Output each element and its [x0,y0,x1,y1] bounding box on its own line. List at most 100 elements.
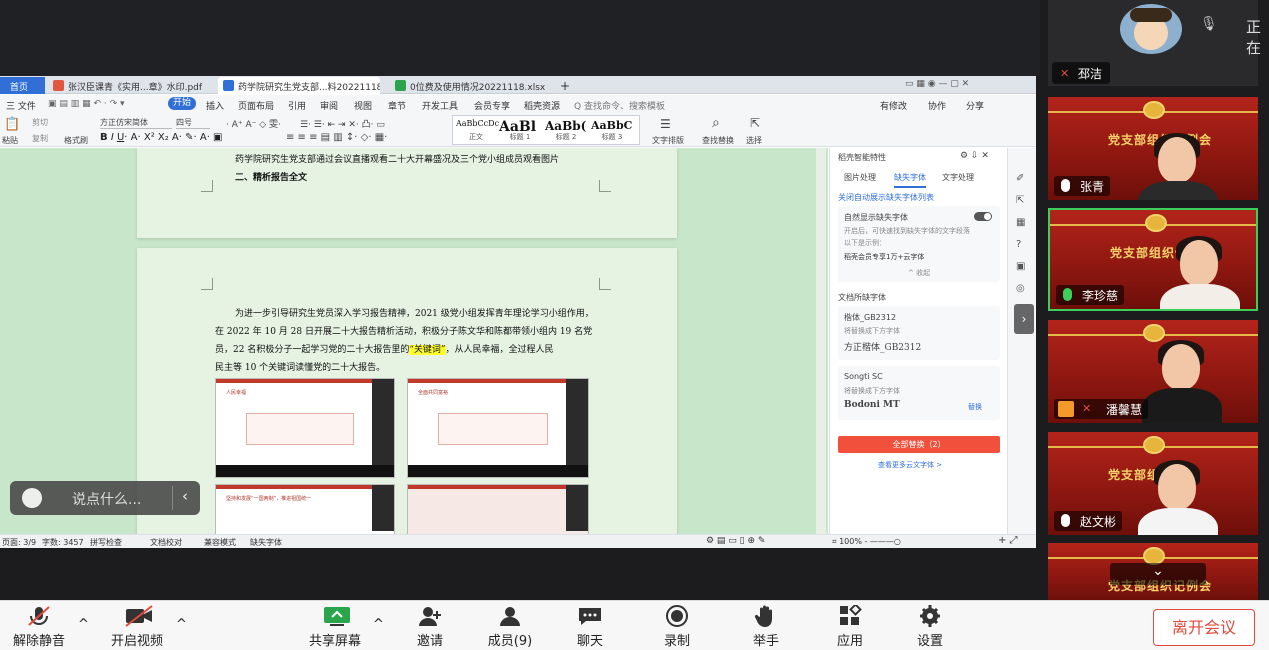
collaborate-button[interactable]: 协作 [928,99,946,112]
top-status-text: 正在 [1246,18,1262,57]
vertical-scrollbar[interactable] [816,148,826,536]
raise-hand-button[interactable]: 举手 [746,605,786,649]
replacement-font[interactable]: 方正楷体_GB2312 [844,340,921,353]
text-layout-icon[interactable]: ☰ [660,117,671,131]
panel-collapse-button[interactable]: › [1014,304,1034,334]
tab-pdf[interactable]: 张汉臣课青《实用...章》水印.pdf [48,77,216,94]
record-icon [664,605,690,627]
page-indicator[interactable]: 页面: 3/9 [2,537,36,548]
tab-image-processing[interactable]: 图片处理 [844,172,876,183]
settings-button[interactable]: 设置 [910,605,950,649]
align-buttons[interactable]: ≡ ≡ ≡ ▤ ▥ ↕· ◇· ▦· [286,132,387,143]
side-tool-icons[interactable]: ✐ ⇱ ▦? ▣ ◎ [1016,168,1025,300]
menu-chapter[interactable]: 章节 [388,99,406,112]
menu-start[interactable]: 开始 [168,97,197,110]
menu-bar: 三 文件 ▣ ▤ ▥ ▦ ↶ · ↷ ▾ 开始 插入 页面布局 引用 审阅 视图… [0,95,1036,113]
record-button[interactable]: 录制 [657,605,697,649]
font-size-select[interactable]: 四号 [176,117,210,129]
mic-icon [1061,179,1070,192]
menu-view[interactable]: 视图 [354,99,372,112]
format-buttons[interactable]: B I U· A· X² X₂ A· ✎· A· ▣ [100,132,223,143]
select-button[interactable]: 选择 [746,135,762,146]
participant-tile[interactable]: 党支部组织记例会 ⌄ [1048,543,1258,600]
tab-doc[interactable]: 药学院研究生党支部...料20221118 ● [218,77,380,94]
leave-meeting-button[interactable]: 离开会议 [1153,609,1255,646]
replace-all-button[interactable]: 全部替换（2） [838,436,1000,453]
menu-docer[interactable]: 稻壳资源 [524,99,560,112]
list-buttons[interactable]: ☰· ☰· ⇤ ⇥ ✕· 凸· ▭ [300,117,385,130]
margin-corner [599,180,611,192]
tab-missing-fonts[interactable]: 缺失字体 [894,172,926,188]
more-fonts-link[interactable]: 查看更多云文字体 > [878,460,942,470]
style-normal-preview[interactable]: AaBbCcDc [456,119,502,128]
command-search[interactable]: Q 查找命令、搜索模板 [574,99,665,112]
style-gallery[interactable]: AaBbCcDc AaBl AaBb( AaBbC 正文 标题 1 标题 2 标… [452,115,640,145]
tab-home[interactable]: 首页 [0,77,45,94]
invite-button[interactable]: 邀请 [410,605,450,649]
cut-button[interactable]: 剪切 [32,117,48,128]
start-video-button[interactable]: 开启视频 [106,605,168,649]
participant-tile[interactable]: 党支部组织例会 赵文彬 [1048,432,1258,535]
style-h2-preview[interactable]: AaBb( [545,119,591,133]
quick-access-icons[interactable]: ▣ ▤ ▥ ▦ ↶ · ↷ ▾ [48,99,125,109]
close-auto-list-link[interactable]: 关闭自动展示缺失字体列表 [838,192,934,203]
menu-file[interactable]: 三 文件 [6,99,36,112]
section-heading: 二、精析报告全文 [235,173,308,183]
menu-review[interactable]: 审阅 [320,99,338,112]
tab-text-processing[interactable]: 文字处理 [942,172,974,183]
spell-check[interactable]: 拼写检查 [90,537,122,548]
participant-tile[interactable]: 党支部组织例会 李珍慈 [1048,208,1258,311]
embedded-image[interactable]: 人民幸福 [215,378,395,478]
format-painter-button[interactable]: 格式刷 [64,135,88,146]
collapse-chat-icon[interactable]: ‹ [182,487,188,505]
menu-references[interactable]: 引用 [288,99,306,112]
top-user-tile[interactable]: ✕ 邳洁 [1048,0,1258,86]
menu-insert[interactable]: 插入 [206,99,224,112]
chat-placeholder[interactable]: 说点什么... [72,489,141,509]
share-screen-button[interactable]: 共享屏幕 [305,605,365,649]
paste-icon[interactable]: 📋 [4,117,20,132]
window-controls[interactable]: ▭ ▦ ◉ — ▢ ✕ [905,79,969,89]
menu-dev-tools[interactable]: 开发工具 [422,99,458,112]
doc-proof[interactable]: 文档校对 [150,537,182,548]
scroll-down-button[interactable]: ⌄ [1110,563,1206,585]
cursor-icon[interactable]: ⇱ [750,116,760,130]
zoom-in-button[interactable]: + ⤢ [998,535,1018,546]
panel-controls[interactable]: ⚙ ⇩ ✕ [960,151,989,161]
share-options-caret[interactable]: ^ [373,617,384,632]
embedded-image[interactable]: 全面共同富裕 [407,378,589,478]
view-mode-icons[interactable]: ⚙ ▤ ▭ ▯ ⊕ ✎ [706,536,765,546]
participant-tile[interactable]: ✕ 潘馨慧 [1048,320,1258,423]
collapse-button[interactable]: ^ 收起 [908,268,930,278]
word-count[interactable]: 字数: 3457 [42,537,84,548]
toggle-switch[interactable] [974,212,992,221]
font-grow-shrink[interactable]: · A⁺ A⁻ ◇ 雯· [226,117,281,130]
apps-button[interactable]: 应用 [830,603,870,649]
members-button[interactable]: 成员(9) [485,605,535,649]
replacement-font[interactable]: Bodoni MT [844,400,900,410]
share-button[interactable]: 分享 [966,99,984,112]
unmute-button[interactable]: 解除静音 [10,605,68,649]
tab-xlsx[interactable]: 0位费及使用情况20221118.xlsx [390,77,550,94]
menu-layout[interactable]: 页面布局 [238,99,274,112]
participant-tile[interactable]: 党支部组织记例会 张青 [1048,97,1258,200]
document-area[interactable]: 药学院研究生党支部通过会议直播观看二十大开幕盛况及三个党小组成员观看图片 二、精… [0,148,828,548]
replace-link[interactable]: 替换 [968,402,982,412]
find-replace-button[interactable]: 查找替换 [702,135,734,146]
video-options-caret[interactable]: ^ [176,617,187,632]
search-icon[interactable]: ⌕ [712,115,720,131]
missing-font-status[interactable]: 缺失字体 [250,537,282,548]
zoom-level[interactable]: ⌗ 100% - ———○ [832,537,901,547]
text-layout-button[interactable]: 文字排版 [652,135,684,146]
new-tab-button[interactable]: + [556,76,576,93]
menu-member[interactable]: 会员专享 [474,99,510,112]
copy-button[interactable]: 复制 [32,133,48,144]
emoji-icon[interactable] [22,488,42,508]
modified-indicator[interactable]: 有修改 [880,99,907,112]
style-h3-preview[interactable]: AaBbC [591,119,637,132]
mic-options-caret[interactable]: ^ [78,617,89,632]
chat-input-bubble[interactable]: 说点什么... ‹ [10,481,200,515]
paste-label[interactable]: 粘贴 [2,135,18,146]
chat-button[interactable]: 聊天 [570,605,610,649]
font-select[interactable]: 方正仿宋简体 [100,117,172,129]
